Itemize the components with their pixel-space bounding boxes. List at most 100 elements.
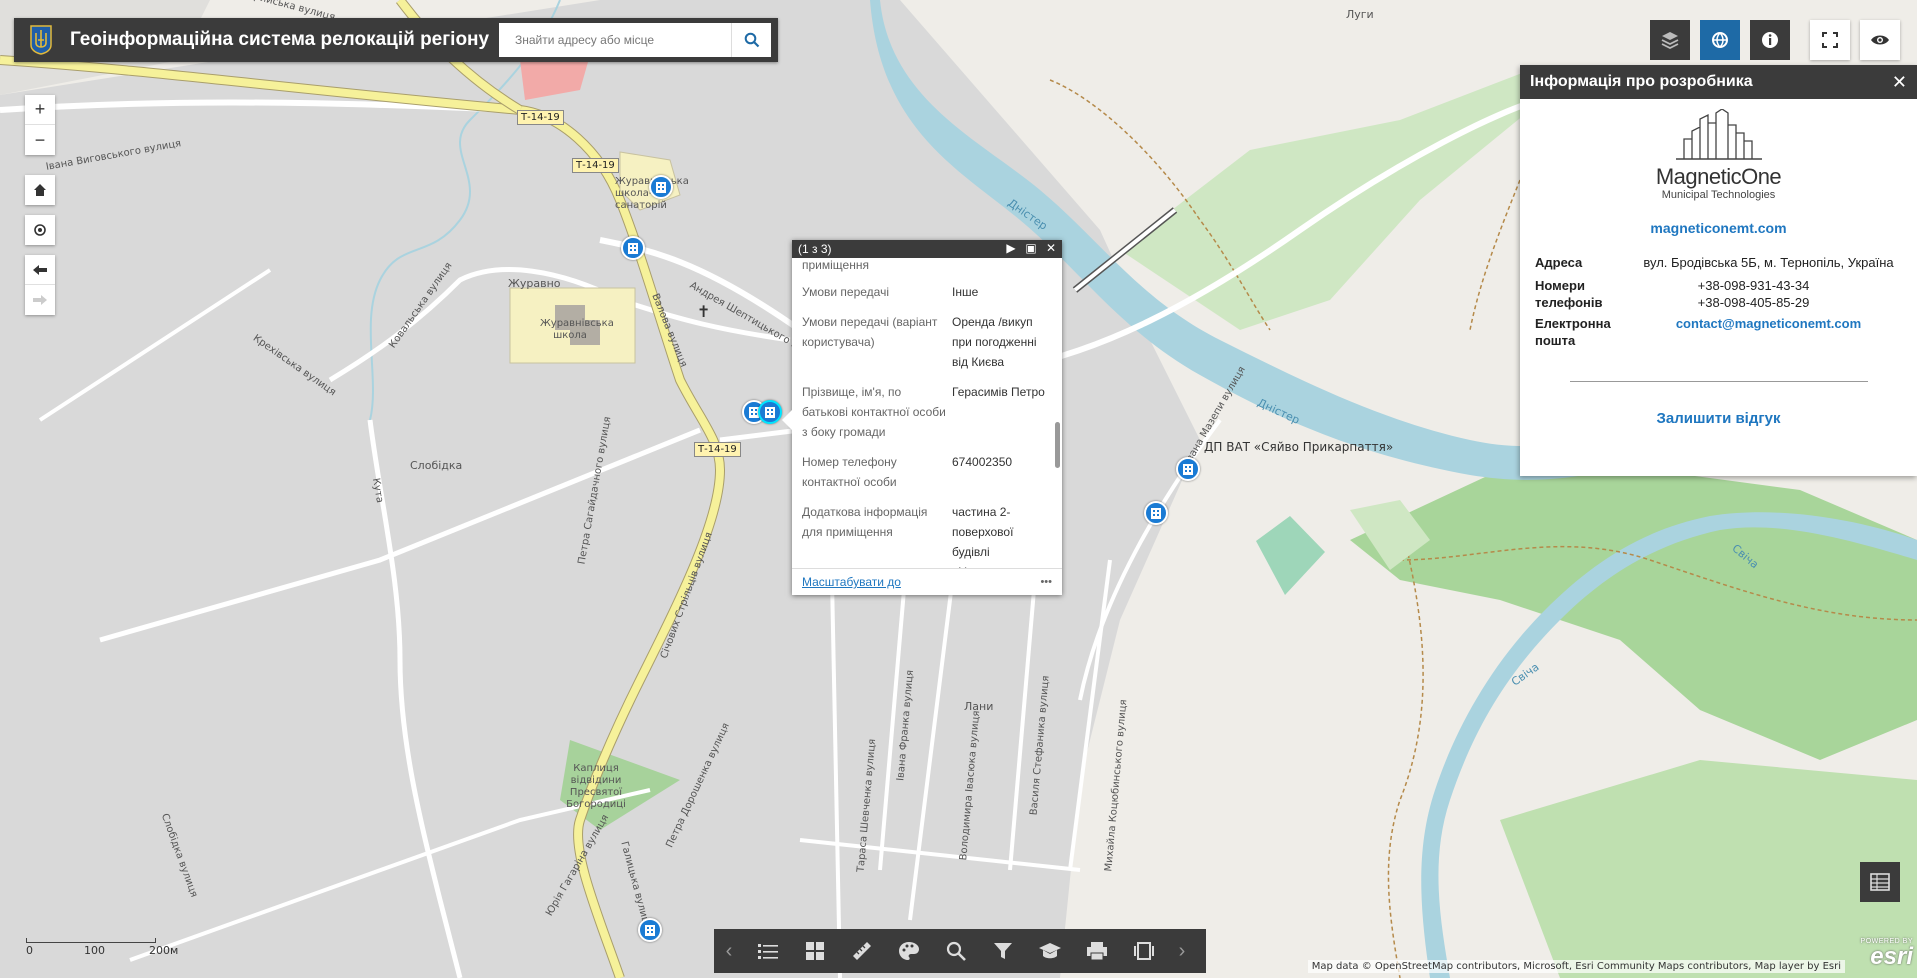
relocation-point-marker[interactable] — [649, 175, 673, 199]
list-icon — [757, 944, 778, 959]
search-button[interactable] — [731, 23, 771, 57]
zoom-controls: + − — [25, 95, 55, 155]
popup-field-label: Умови передачі (варіант користувача) — [802, 315, 938, 349]
basemap-button[interactable] — [1700, 20, 1740, 60]
close-icon[interactable]: ✕ — [1892, 72, 1907, 93]
feature-popup: (1 з 3) ▶ ▣ ✕ приміщення Умови передачі І… — [782, 240, 1062, 595]
zoom-to-link[interactable]: Масштабувати до — [802, 575, 901, 589]
address-label: Адреса — [1535, 255, 1583, 270]
panel-title: Інформація про розробника — [1530, 73, 1753, 90]
popup-field-value: Герасимів Петро — [952, 385, 1045, 399]
building-icon — [656, 182, 666, 193]
layers-button[interactable] — [1650, 20, 1690, 60]
scale-bar: 0 100 200м — [26, 938, 226, 957]
popup-controls: ▶ ▣ ✕ — [1004, 241, 1058, 255]
selected-point-marker[interactable] — [758, 400, 782, 424]
scale-labels: 0 100 200м — [26, 943, 226, 957]
toolbar-grid-button[interactable] — [791, 929, 838, 973]
relocation-point-marker[interactable] — [1144, 501, 1168, 525]
email-row: Електронна пошта contact@magneticonemt.c… — [1535, 315, 1902, 349]
city-skyline-icon — [1675, 108, 1762, 160]
home-control — [25, 175, 55, 205]
print-icon — [1086, 942, 1107, 961]
email-link[interactable]: contact@magneticonemt.com — [1676, 316, 1861, 331]
navigation-controls — [25, 255, 55, 315]
popup-field-value: Оренда /викуп при погодженні від Києва — [952, 315, 1037, 369]
email-value: contact@magneticonemt.com — [1635, 315, 1902, 349]
close-icon[interactable]: ✕ — [1044, 241, 1058, 255]
visibility-button[interactable] — [1860, 20, 1900, 60]
forward-button[interactable] — [25, 285, 55, 315]
road-shield: Т-14-19 — [517, 110, 564, 125]
feedback-link[interactable]: Залишити відгук — [1520, 410, 1917, 427]
road-shield: Т-14-19 — [694, 442, 741, 457]
toolbar-prev-button[interactable]: ‹ — [714, 929, 744, 973]
slides-icon — [1133, 942, 1154, 960]
phone-2[interactable]: +38-098-405-85-29 — [1625, 294, 1882, 311]
locate-button[interactable] — [25, 215, 55, 245]
arrow-right-icon — [33, 295, 47, 305]
esri-logo[interactable]: POWERED BY esri — [1861, 938, 1913, 969]
website-link[interactable]: magneticonemt.com — [1520, 220, 1917, 236]
info-icon — [1762, 32, 1778, 48]
app-header: Геоінформаційна система релокацій регіон… — [14, 18, 778, 62]
table-icon — [1870, 873, 1890, 891]
building-icon — [645, 925, 655, 936]
toolbar-slides-button[interactable] — [1120, 929, 1167, 973]
search-map-icon — [946, 941, 966, 961]
toolbar-next-button[interactable]: › — [1167, 929, 1197, 973]
more-icon[interactable]: ••• — [1040, 576, 1052, 588]
toolbar-filter-button[interactable] — [979, 929, 1026, 973]
zoom-in-button[interactable]: + — [25, 95, 55, 125]
next-icon[interactable]: ▶ — [1004, 241, 1018, 255]
popup-field-row: Номер телефону контактної особи 674002350 — [802, 452, 1052, 492]
scale-label: 0 — [26, 944, 33, 957]
popup-field-row: Умови передачі (варіант користувача) Орен… — [802, 312, 1052, 372]
building-icon — [1151, 508, 1161, 519]
zoom-out-button[interactable]: − — [25, 125, 55, 155]
relocation-point-marker[interactable] — [621, 236, 645, 260]
popup-cut-text: приміщення — [802, 258, 869, 272]
popup-field-label: Прізвище, ім'я, по батькові контактної о… — [802, 385, 946, 439]
coat-of-arms-icon — [28, 24, 54, 56]
phone-1[interactable]: +38-098-931-43-34 — [1625, 277, 1882, 294]
developer-info-panel: Інформація про розробника ✕ MagneticOne … — [1520, 65, 1917, 476]
search-input[interactable] — [499, 23, 731, 57]
toolbar-legend-button[interactable] — [744, 929, 791, 973]
popup-header: (1 з 3) ▶ ▣ ✕ — [792, 240, 1062, 258]
scale-label: 100 — [84, 944, 105, 957]
popup-field-label: Умови передачі — [802, 285, 890, 299]
locate-icon — [34, 224, 46, 236]
maximize-icon[interactable]: ▣ — [1024, 241, 1038, 255]
popup-field-label: Номер телефону контактної особи — [802, 455, 897, 489]
info-button[interactable] — [1750, 20, 1790, 60]
eye-icon — [1871, 35, 1889, 45]
toolbar-measure-button[interactable] — [838, 929, 885, 973]
popup-scrollbar[interactable] — [1055, 422, 1060, 468]
popup-footer: Масштабувати до ••• — [792, 568, 1062, 595]
relocation-point-marker[interactable] — [1176, 457, 1200, 481]
company-tagline: Municipal Technologies — [1661, 189, 1776, 201]
home-button[interactable] — [25, 175, 55, 205]
contact-table: Адреса вул. Бродівська 5Б, м. Тернопіль,… — [1535, 254, 1902, 349]
fullscreen-button[interactable] — [1810, 20, 1850, 60]
toolbar-education-button[interactable] — [1026, 929, 1073, 973]
map-attribution: Map data © OpenStreetMap contributors, M… — [1307, 960, 1845, 973]
back-button[interactable] — [25, 255, 55, 285]
phones-value: +38-098-931-43-34 +38-098-405-85-29 — [1625, 277, 1902, 311]
toolbar-print-button[interactable] — [1073, 929, 1120, 973]
toolbar-query-button[interactable] — [932, 929, 979, 973]
popup-field-value: Інше — [952, 285, 979, 299]
attribute-table-button[interactable] — [1860, 862, 1900, 902]
building-icon — [1183, 464, 1193, 475]
divider — [1569, 381, 1868, 382]
graduation-icon — [1038, 943, 1061, 959]
popup-field-label: Додаткова інформація для приміщення — [802, 505, 928, 539]
esri-name: esri — [1870, 943, 1913, 970]
address-value: вул. Бродівська 5Б, м. Тернопіль, Україн… — [1643, 255, 1894, 270]
fullscreen-icon — [1822, 32, 1838, 48]
palette-icon — [898, 942, 919, 960]
popup-body[interactable]: приміщення Умови передачі Інше Умови перед… — [792, 258, 1062, 568]
relocation-point-marker[interactable] — [638, 918, 662, 942]
toolbar-style-button[interactable] — [885, 929, 932, 973]
